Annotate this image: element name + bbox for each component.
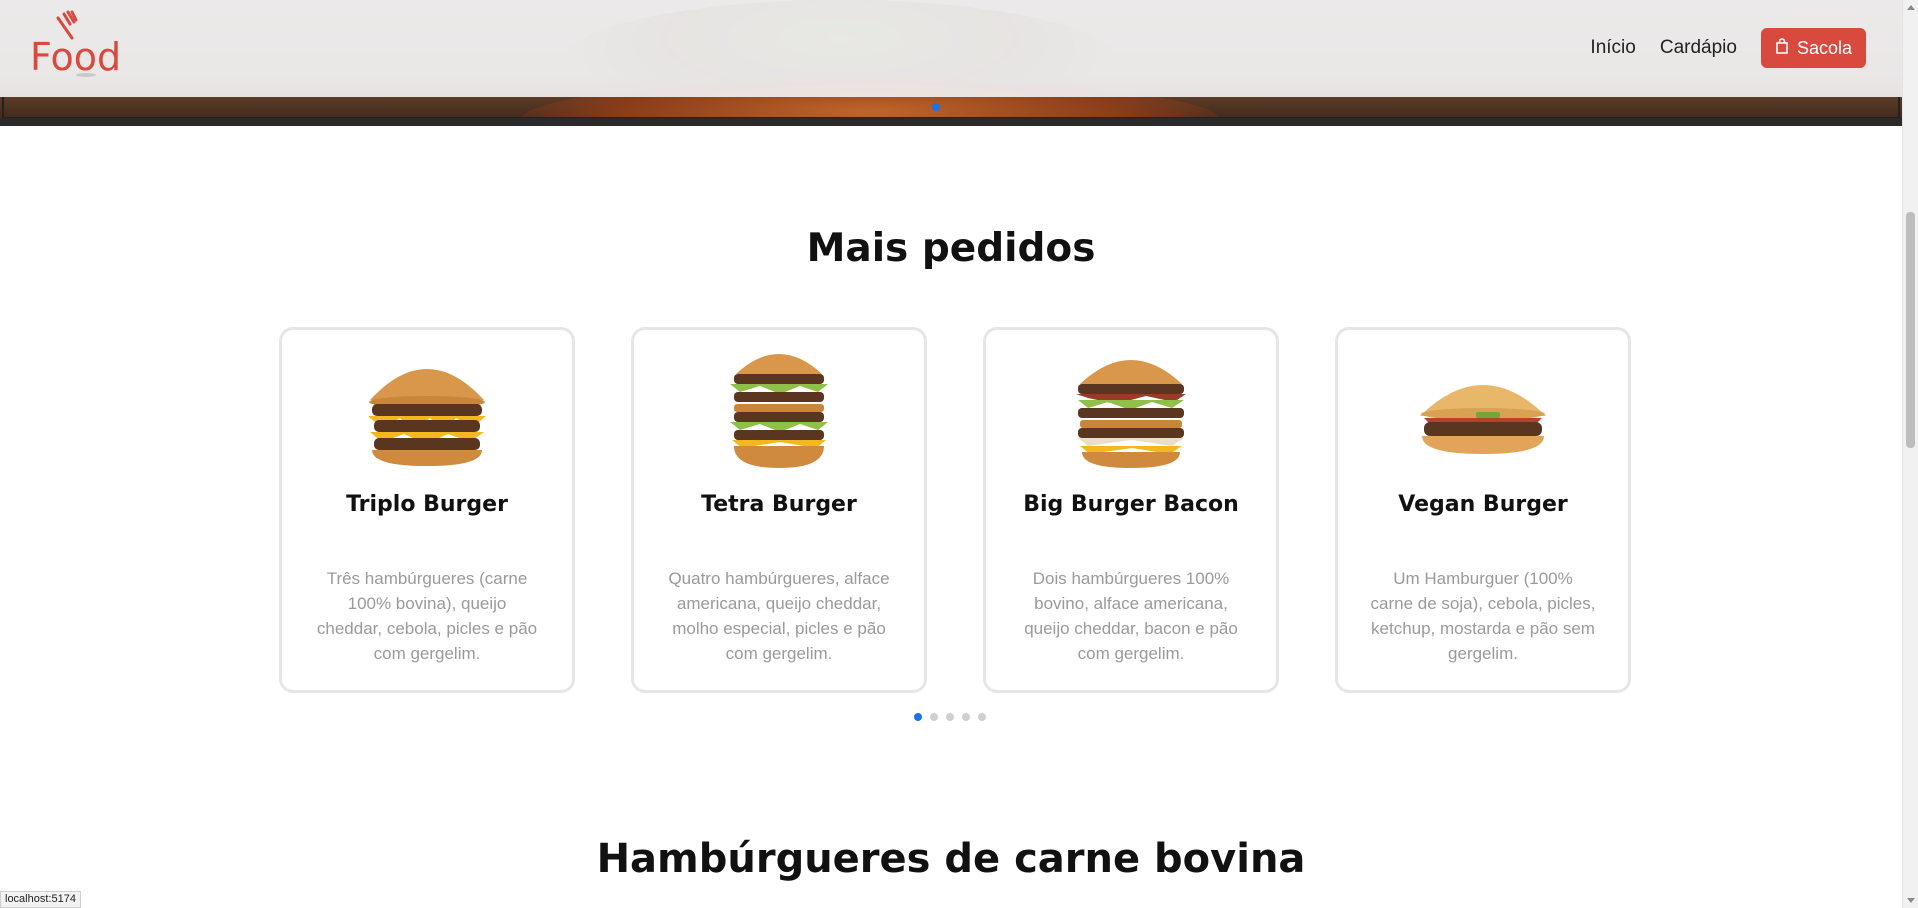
product-name: Tetra Burger [701,492,857,517]
carousel-dot-5[interactable] [978,713,986,721]
beef-burgers-title: Hambúrgueres de carne bovina [596,836,1306,882]
most-ordered-title: Mais pedidos [806,226,1096,271]
product-description: Um Hamburguer (100% carne de soja), cebo… [1370,569,1596,663]
carousel-dot-1[interactable] [914,713,922,721]
product-name: Big Burger Bacon [1023,492,1239,517]
svg-text:Food: Food [30,35,121,79]
product-card-tetra[interactable]: Tetra Burger Quatro hambúrgueres, alface… [631,327,927,693]
burger-image [704,342,854,474]
scroll-up-arrow-icon[interactable] [1907,5,1915,10]
product-card-vegan[interactable]: Vegan Burger Um Hamburguer (100% carne d… [1335,327,1631,693]
product-card-big-bacon[interactable]: Big Burger Bacon Dois hambúrgueres 100% … [983,327,1279,693]
page-scrollbar[interactable] [1902,0,1918,908]
bag-button-label: Sacola [1796,37,1852,58]
nav-link-inicio[interactable]: Início [1590,37,1635,59]
burger-image [1056,342,1206,474]
product-card-triplo[interactable]: Triplo Burger Três hambúrgueres (carne 1… [279,327,575,693]
shopping-bag-icon [1775,37,1789,59]
hero-carousel-dot[interactable] [932,103,940,111]
scrollbar-thumb[interactable] [1906,212,1915,448]
product-description: Quatro hambúrgueres, alface americana, q… [668,569,890,663]
burger-image [352,342,502,474]
scroll-down-arrow-icon[interactable] [1907,898,1915,903]
product-name: Triplo Burger [346,492,508,517]
product-name: Vegan Burger [1398,492,1568,517]
carousel-dot-4[interactable] [962,713,970,721]
burger-image [1408,342,1558,474]
product-description: Três hambúrgueres (carne 100% bovina), q… [316,569,538,663]
carousel-dot-2[interactable] [930,713,938,721]
main-nav: Início Cardápio Sacola [1590,28,1902,68]
product-description: Dois hambúrgueres 100% bovino, alface am… [1024,569,1238,663]
bag-button[interactable]: Sacola [1760,28,1866,68]
carousel-pagination [914,713,986,721]
carousel-dot-3[interactable] [946,713,954,721]
food-logo[interactable]: Food [28,8,132,80]
most-ordered-carousel: Triplo Burger Três hambúrgueres (carne 1… [279,327,1631,693]
nav-link-cardapio[interactable]: Cardápio [1660,37,1737,59]
site-header: Food Início Cardápio Sacola [0,0,1902,97]
status-bar-url: localhost:5174 [0,891,81,908]
